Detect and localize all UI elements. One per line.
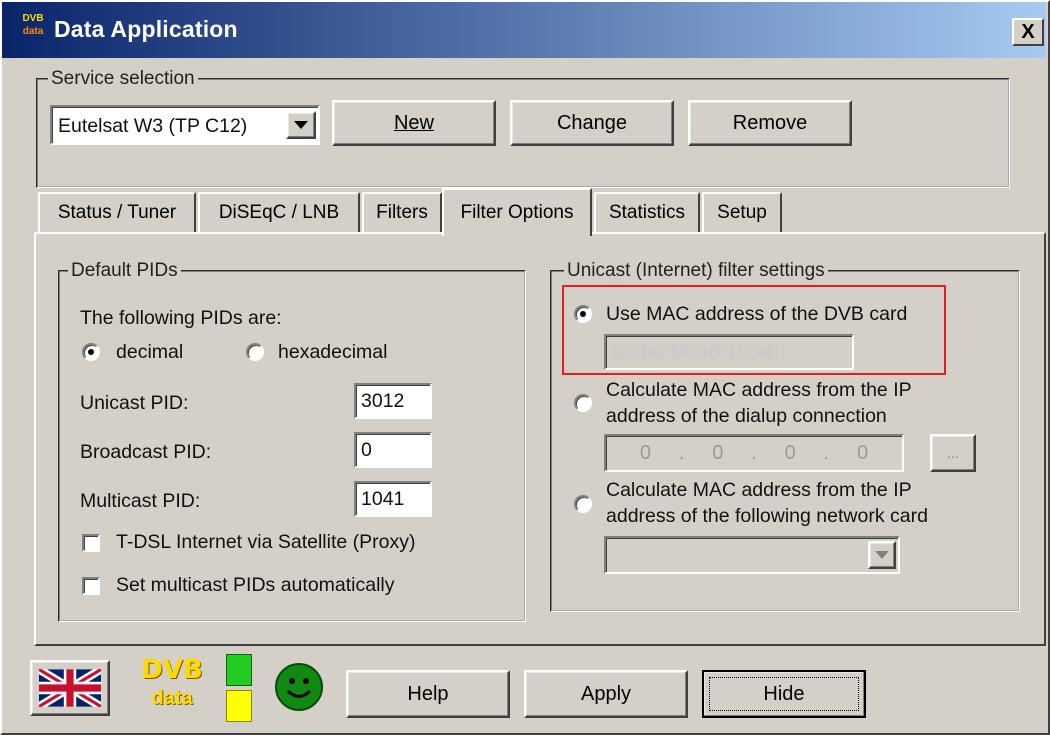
network-card-mac-label-line2: address of the following network card	[606, 505, 928, 527]
uk-flag-icon	[39, 669, 101, 707]
multicast-pid-label: Multicast PID:	[80, 490, 201, 512]
ip-octet: 0	[856, 441, 869, 464]
status-indicator-green	[226, 654, 252, 686]
tab-diseqc-lnb[interactable]: DiSEqC / LNB	[198, 192, 360, 232]
service-selection-legend: Service selection	[48, 68, 198, 90]
new-button-label: New	[393, 111, 434, 134]
help-button-label: Help	[407, 682, 449, 705]
hexadecimal-label: hexadecimal	[278, 341, 388, 363]
ip-dot: .	[678, 441, 685, 464]
hide-button-label: Hide	[763, 682, 805, 705]
smiley-icon	[274, 662, 324, 712]
tab-filter-options[interactable]: Filter Options	[442, 188, 592, 236]
unicast-pid-input[interactable]: 3012	[354, 383, 432, 419]
apply-button-label: Apply	[580, 682, 632, 705]
apply-button[interactable]: Apply	[524, 670, 688, 718]
broadcast-pid-label: Broadcast PID:	[80, 441, 212, 463]
tab-label: Statistics	[608, 202, 686, 223]
pids-format-intro: The following PIDs are:	[80, 307, 282, 329]
tab-label: Filters	[376, 202, 428, 223]
tab-label: Status / Tuner	[57, 202, 177, 223]
decimal-label: decimal	[116, 341, 184, 363]
dialup-mac-radio[interactable]	[574, 394, 592, 412]
network-card-dropdown-button	[868, 541, 896, 569]
ip-octet: 0	[639, 441, 652, 464]
dialup-ip-field: 0 . 0 . 0 . 0	[604, 434, 904, 472]
default-pids-legend: Default PIDs	[68, 260, 181, 282]
network-card-select	[604, 536, 900, 574]
dvb-mac-field: 00:D0:5F:0D:1C:4E	[604, 334, 854, 370]
tdsl-label: T-DSL Internet via Satellite (Proxy)	[116, 531, 416, 553]
tab-statistics[interactable]: Statistics	[594, 192, 700, 232]
broadcast-pid-input[interactable]: 0	[354, 432, 432, 468]
auto-multicast-label: Set multicast PIDs automatically	[116, 574, 395, 596]
dialup-mac-label-line1: Calculate MAC address from the IP	[606, 379, 912, 401]
unicast-pid-value: 3012	[361, 390, 405, 412]
data-logo-text: data	[151, 687, 193, 709]
hide-button[interactable]: Hide	[702, 670, 866, 718]
decimal-radio[interactable]	[82, 343, 100, 361]
ip-octet: 0	[712, 441, 724, 464]
ip-octet: 0	[784, 441, 796, 464]
dvb-data-logo: DVB data	[132, 657, 212, 717]
close-button[interactable]: X	[1012, 18, 1044, 46]
remove-button[interactable]: Remove	[688, 100, 852, 146]
app-icon-text-top: DVB	[22, 13, 44, 24]
use-dvb-mac-label: Use MAC address of the DVB card	[606, 303, 908, 325]
chevron-down-icon	[294, 121, 308, 129]
network-card-mac-radio[interactable]	[574, 495, 592, 513]
dialup-mac-label-line2: address of the dialup connection	[606, 405, 887, 427]
dvb-mac-value: 00:D0:5F:0D:1C:4E	[614, 343, 780, 362]
network-card-mac-label-line1: Calculate MAC address from the IP	[606, 479, 912, 501]
ip-dot: .	[751, 441, 757, 464]
multicast-pid-input[interactable]: 1041	[354, 481, 432, 517]
tab-setup[interactable]: Setup	[702, 192, 782, 232]
tab-label: Setup	[717, 202, 767, 223]
new-button[interactable]: New	[332, 100, 496, 146]
smiley-icon-svg	[275, 663, 323, 711]
data-application-window: DVB data Data Application X Service sele…	[0, 0, 1050, 735]
tab-filters[interactable]: Filters	[362, 192, 442, 232]
window-title: Data Application	[54, 16, 238, 42]
dvb-logo-text: DVB	[141, 655, 203, 685]
browse-label: ...	[947, 445, 959, 461]
ip-dot: .	[823, 441, 830, 464]
status-indicator-yellow	[226, 690, 252, 722]
change-button-label: Change	[556, 111, 628, 134]
multicast-pid-value: 1041	[361, 488, 405, 510]
dvb-app-icon: DVB data	[18, 12, 48, 42]
dropdown-arrow-button[interactable]	[286, 111, 316, 139]
browse-button: ...	[930, 434, 976, 472]
auto-multicast-checkbox[interactable]	[82, 577, 100, 595]
broadcast-pid-value: 0	[361, 439, 372, 461]
unicast-pid-label: Unicast PID:	[80, 392, 189, 414]
hexadecimal-radio[interactable]	[246, 343, 264, 361]
change-button[interactable]: Change	[510, 100, 674, 146]
app-icon-text-bottom: data	[22, 26, 44, 37]
help-button[interactable]: Help	[346, 670, 510, 718]
tab-label: DiSEqC / LNB	[218, 202, 340, 223]
remove-button-label: Remove	[732, 111, 808, 134]
use-dvb-mac-radio[interactable]	[574, 305, 592, 323]
service-select-value: Eutelsat W3 (TP C12)	[58, 115, 248, 137]
tab-status-tuner[interactable]: Status / Tuner	[38, 192, 196, 232]
tdsl-checkbox[interactable]	[82, 534, 100, 552]
language-button[interactable]	[30, 660, 110, 716]
service-select[interactable]: Eutelsat W3 (TP C12)	[50, 105, 320, 145]
tab-label: Filter Options	[460, 202, 574, 223]
unicast-filter-legend: Unicast (Internet) filter settings	[564, 260, 828, 282]
chevron-down-icon	[875, 551, 889, 559]
